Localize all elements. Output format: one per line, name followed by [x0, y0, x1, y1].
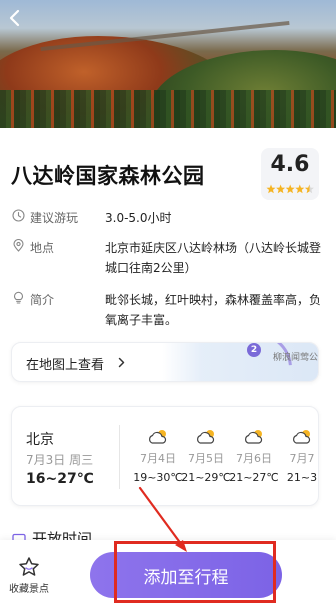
- hero-forest: [0, 90, 336, 128]
- forecast-date: 7月7: [289, 452, 315, 465]
- weather-date: 7月3日 周三: [26, 453, 94, 467]
- info-value: 3.0-5.0小时: [105, 211, 172, 225]
- forecast-day: 7月7 21~3: [270, 429, 318, 484]
- rating-value: 4.6: [270, 152, 310, 177]
- add-to-itinerary-button[interactable]: 添加至行程: [90, 552, 282, 598]
- partly-cloudy-icon: [245, 430, 263, 444]
- info-label: 建议游玩: [30, 211, 79, 225]
- attraction-title: 八达岭国家森林公园: [11, 164, 205, 188]
- location-pin-icon: [13, 239, 24, 252]
- view-on-map-label: 在地图上查看: [26, 358, 105, 373]
- chevron-left-icon: [9, 9, 20, 27]
- rating-badge: 4.6: [261, 148, 319, 200]
- star-icon: [19, 557, 39, 576]
- favorite-button[interactable]: 收藏景点: [8, 556, 50, 595]
- map-place-label: 柳浪闻莺公园: [273, 353, 319, 363]
- rating-stars-icon: [266, 184, 314, 194]
- partly-cloudy-icon: [197, 430, 215, 444]
- chevron-right-icon: [118, 357, 125, 368]
- info-row-location: 地点 北京市延庆区八达岭林场（八达岭长城登城口往南2公里）: [12, 238, 324, 278]
- weather-divider: [119, 425, 120, 489]
- bulb-icon: [13, 291, 24, 304]
- info-row-duration: 建议游玩 3.0-5.0小时: [12, 208, 324, 228]
- info-label: 简介: [30, 293, 55, 307]
- info-value: 毗邻长城，红叶映村，森林覆盖率高，负氧离子丰富。: [105, 293, 322, 327]
- favorite-label: 收藏景点: [9, 584, 49, 595]
- partly-cloudy-icon: [149, 430, 167, 444]
- clock-icon: [12, 209, 25, 222]
- info-label: 地点: [30, 241, 55, 255]
- view-on-map-button[interactable]: 2 柳浪闻莺公园 在地图上查看: [11, 342, 319, 382]
- map-pin-marker: 2: [247, 343, 261, 357]
- forecast-temp: 21~3: [286, 471, 318, 484]
- back-button[interactable]: [4, 6, 28, 30]
- partly-cloudy-icon: [293, 430, 311, 444]
- info-value: 北京市延庆区八达岭林场（八达岭长城登城口往南2公里）: [105, 241, 322, 275]
- weather-temp: 16~27℃: [26, 471, 94, 487]
- info-row-intro: 简介 毗邻长城，红叶映村，森林覆盖率高，负氧离子丰富。: [12, 290, 324, 330]
- weather-card: 北京 7月3日 周三 16~27℃ 7月4日 19~30℃ 7月5日 21~29…: [11, 406, 319, 506]
- weather-city: 北京: [26, 432, 54, 448]
- hero-photo: [0, 0, 336, 128]
- bottom-action-bar: 收藏景点 添加至行程: [0, 540, 336, 605]
